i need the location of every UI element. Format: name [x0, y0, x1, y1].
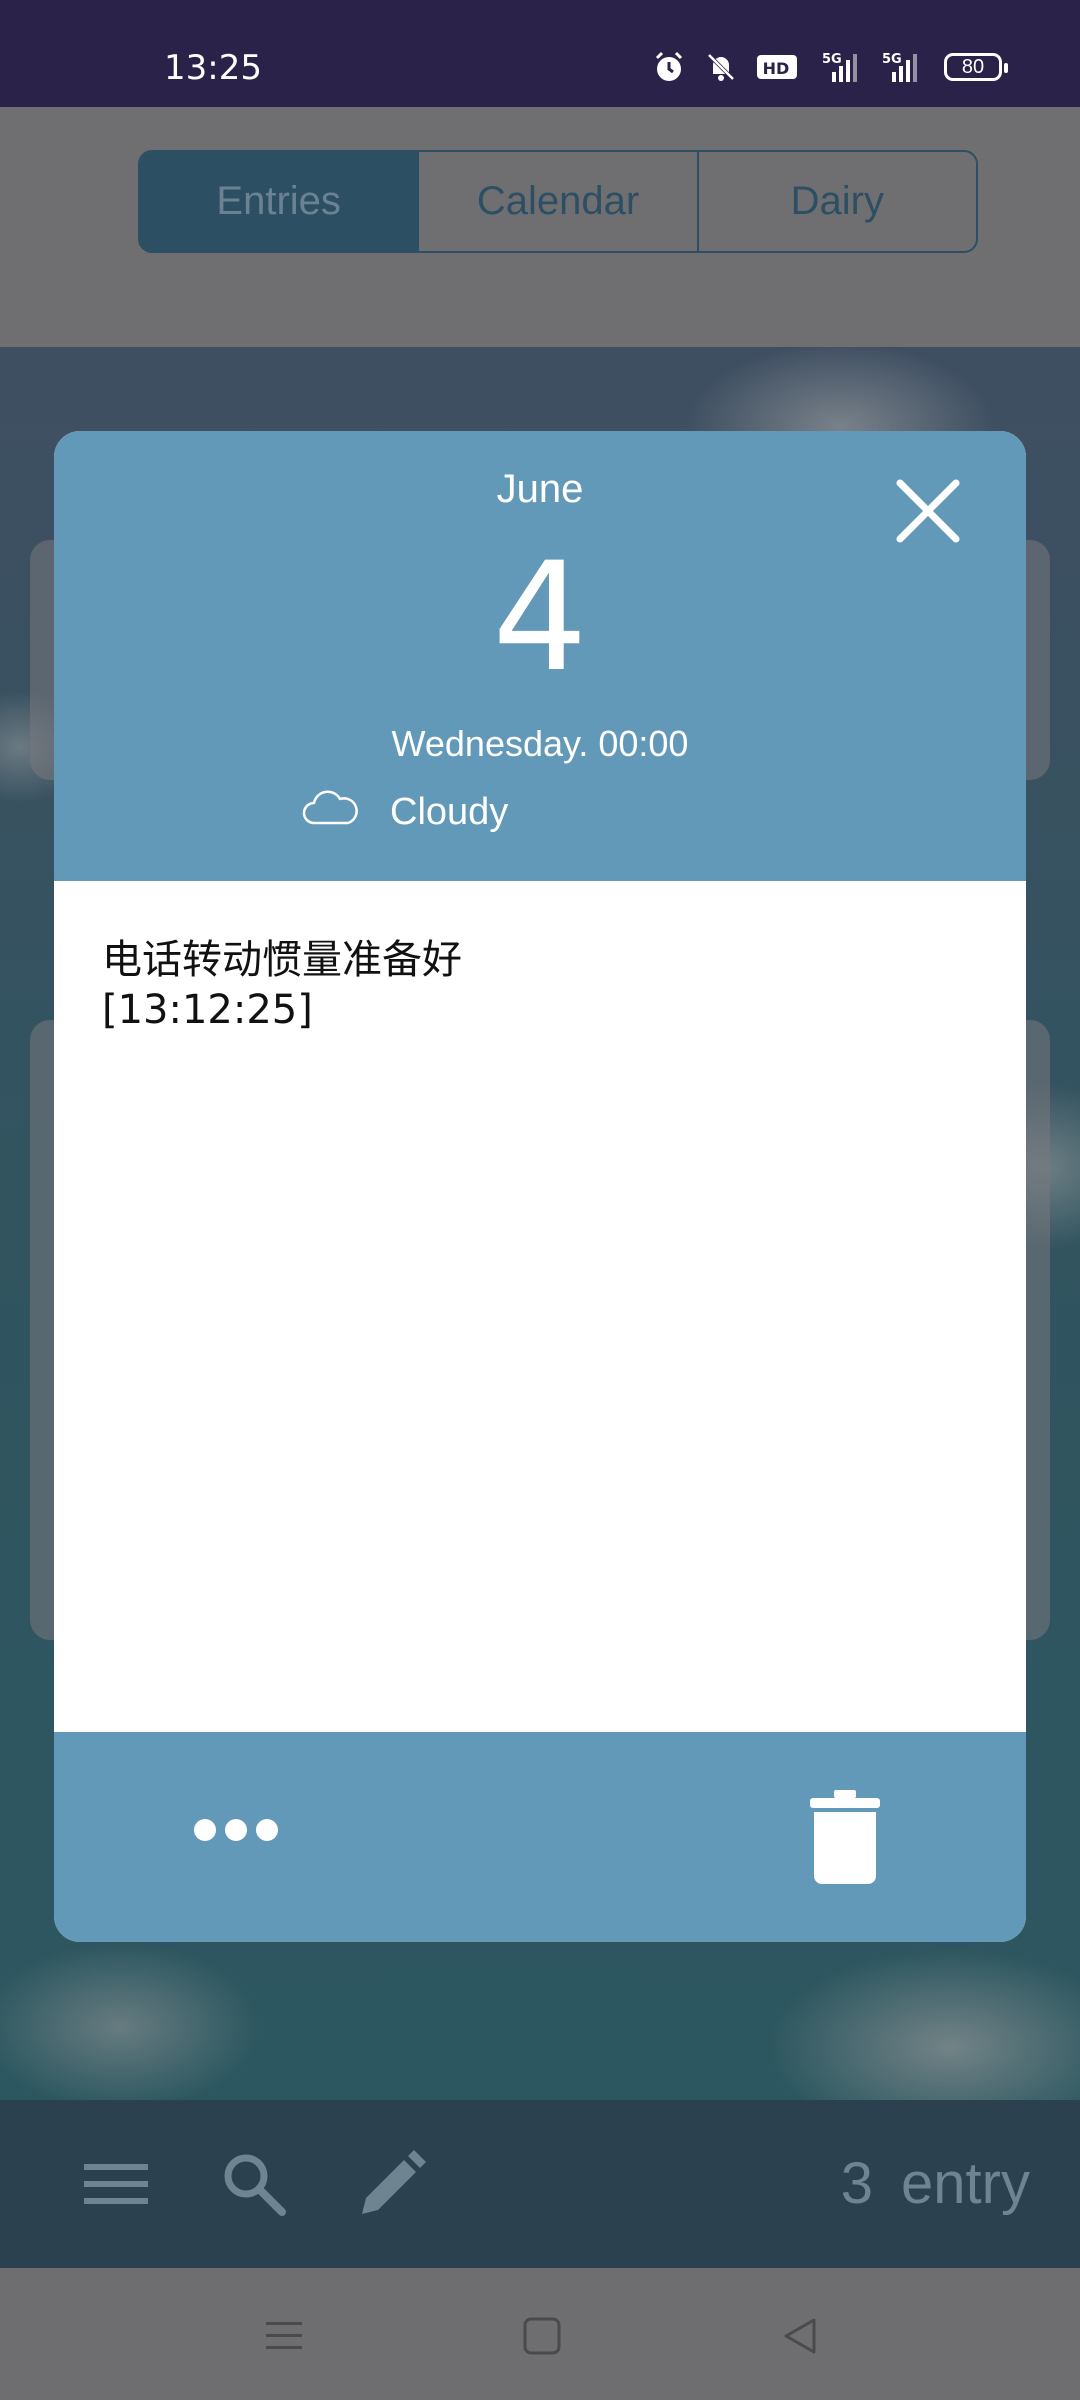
back-icon[interactable]	[778, 2314, 822, 2363]
recents-icon[interactable]	[262, 2314, 306, 2363]
edit-icon[interactable]	[356, 2148, 428, 2225]
battery-indicator: 80	[944, 53, 1008, 81]
entry-weather: Cloudy	[390, 791, 509, 833]
entry-body[interactable]: 电话转动惯量准备好 [13:12:25]	[54, 881, 1026, 1732]
home-icon[interactable]	[520, 2314, 564, 2363]
status-bar: 13:25 HD 5G 5G 80	[0, 0, 1080, 107]
5g-signal-icon-2: 5G	[880, 50, 926, 84]
close-icon[interactable]	[892, 475, 964, 547]
dialog-header: June 4 Wednesday. 00:00 Cloudy	[54, 431, 1026, 881]
system-nav-bar	[0, 2268, 1080, 2400]
entry-count-label: entry	[901, 2151, 1030, 2216]
cloud-icon	[300, 785, 360, 834]
entry-dialog: June 4 Wednesday. 00:00 Cloudy 电话转动惯量准备好…	[54, 431, 1026, 1942]
tab-calendar[interactable]: Calendar	[419, 152, 699, 251]
more-dot	[225, 1819, 247, 1841]
tab-dairy[interactable]: Dairy	[699, 152, 976, 251]
entry-count: 3 entry	[841, 2150, 1030, 2217]
hd-label: HD	[763, 59, 790, 78]
more-dot	[256, 1819, 278, 1841]
dialog-footer	[54, 1732, 1026, 1942]
search-icon[interactable]	[218, 2148, 290, 2225]
status-icons: HD 5G 5G 80	[652, 50, 1008, 84]
network-label-2: 5G	[882, 52, 902, 67]
status-time: 13:25	[164, 48, 262, 88]
more-dot	[194, 1819, 216, 1841]
mute-icon	[704, 50, 738, 84]
hd-icon: HD	[756, 52, 798, 82]
entry-month: June	[496, 467, 584, 511]
entry-weekday-time: Wednesday. 00:00	[391, 723, 689, 764]
menu-icon[interactable]	[80, 2148, 152, 2225]
entry-text: 电话转动惯量准备好 [13:12:25]	[102, 937, 462, 1033]
entry-day: 4	[492, 531, 588, 705]
entry-count-number: 3	[840, 2151, 874, 2216]
trash-icon[interactable]	[808, 1788, 882, 1889]
app-header: Entries Calendar Dairy	[0, 107, 1080, 347]
alarm-icon	[652, 50, 686, 84]
5g-signal-icon: 5G	[816, 50, 862, 84]
network-label: 5G	[822, 52, 842, 67]
view-tabs: Entries Calendar Dairy	[138, 150, 978, 253]
bottom-app-bar: 3 entry	[0, 2100, 1080, 2268]
more-icon[interactable]	[194, 1819, 278, 1841]
tab-entries[interactable]: Entries	[140, 152, 420, 251]
